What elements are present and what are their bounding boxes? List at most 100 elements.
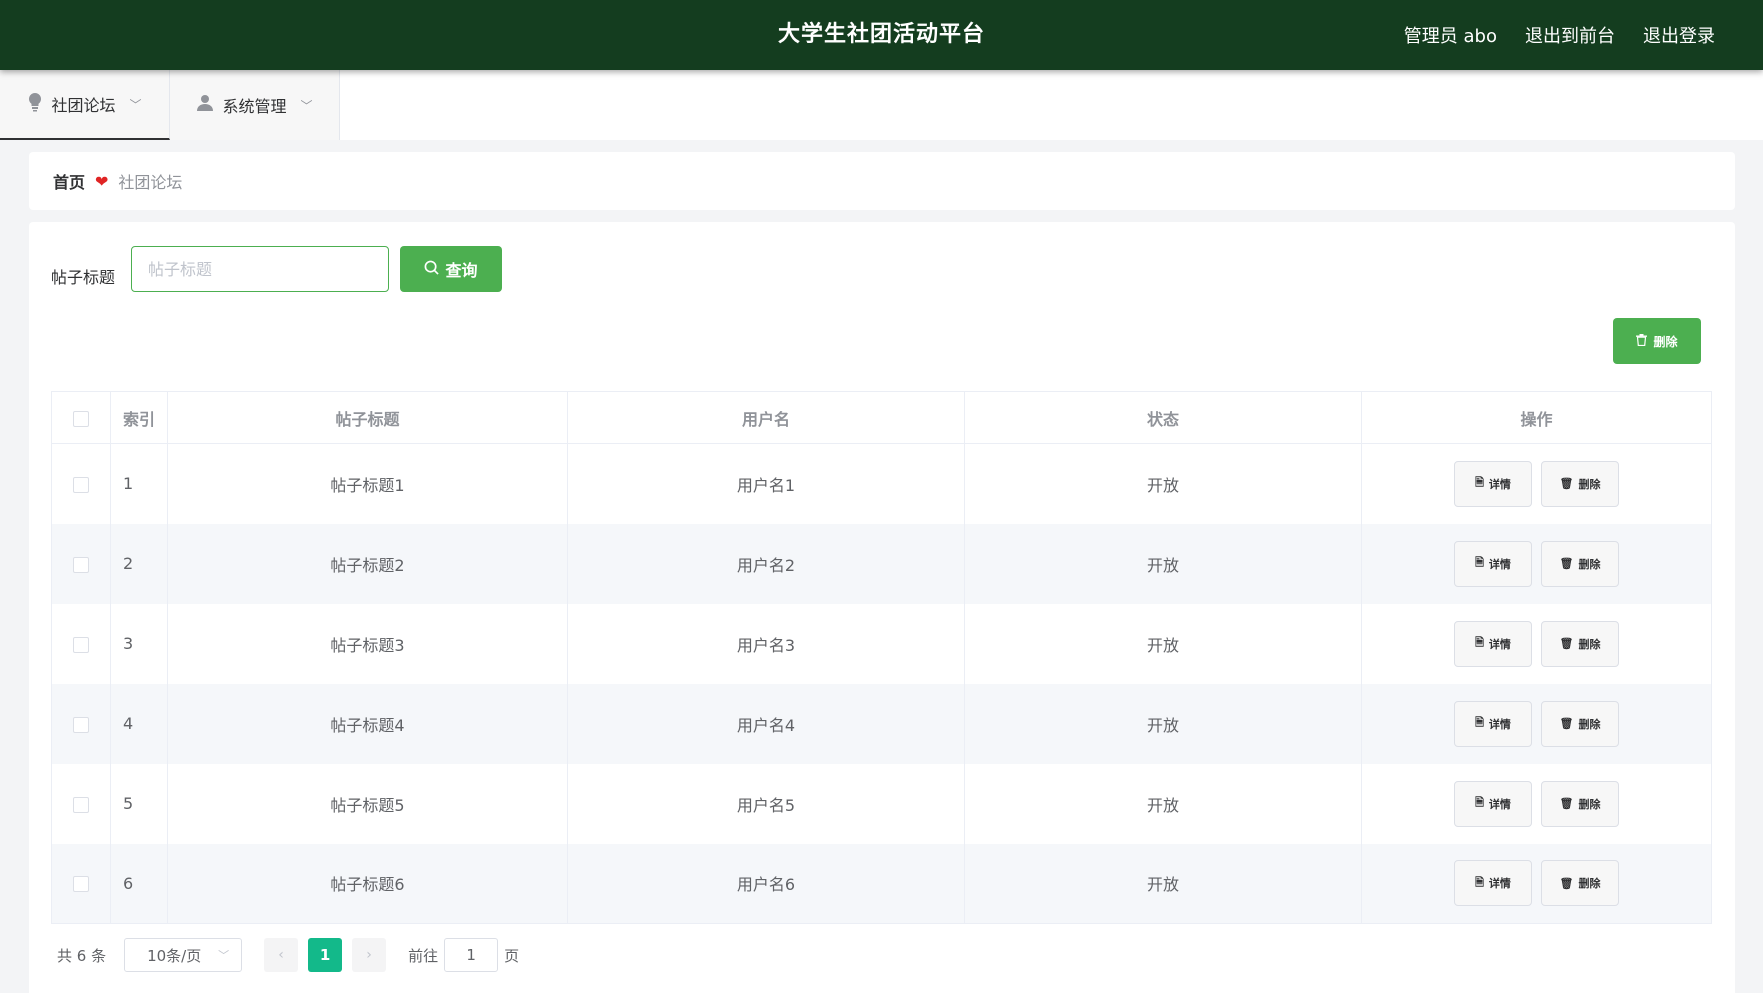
delete-button-label: 删除 [1578, 797, 1601, 811]
select-all-cell [51, 391, 111, 444]
cell-index: 6 [110, 843, 168, 924]
table-header-row: 索引 帖子标题 用户名 状态 操作 [51, 391, 1712, 444]
page-number-current[interactable]: 1 [308, 938, 343, 972]
nav-item-label: 系统管理 [222, 97, 287, 116]
detail-button[interactable]: 🗎 详情 [1454, 620, 1532, 667]
chevron-left-icon: ‹ [278, 947, 284, 963]
heart-icon: ❤ [95, 171, 109, 191]
detail-button-label: 详情 [1488, 477, 1511, 491]
header-actions: 管理员 abo 退出到前台 退出登录 [1404, 0, 1715, 70]
cell-status: 开放 [964, 683, 1362, 764]
detail-button[interactable]: 🗎 详情 [1454, 540, 1532, 587]
cell-status: 开放 [964, 843, 1362, 924]
cell-index: 5 [110, 763, 168, 844]
cell-username: 用户名5 [567, 763, 965, 844]
cell-actions: 🗎 详情 🗑 删除 [1362, 524, 1712, 604]
trash-icon: 🗑 [1559, 477, 1574, 491]
cell-actions: 🗎 详情 🗑 删除 [1362, 684, 1712, 764]
cell-status: 开放 [964, 523, 1362, 604]
nav-item-forum[interactable]: 社团论坛 ﹀ [0, 70, 170, 140]
page-size-select[interactable]: 10条/页 ﹀ [124, 938, 243, 972]
table-row: 6 帖子标题6 用户名6 开放 🗎 详情 🗑 删除 [51, 843, 1712, 924]
cell-status: 开放 [964, 763, 1362, 844]
row-checkbox[interactable] [73, 636, 89, 653]
column-header-status: 状态 [964, 391, 1362, 444]
exit-to-frontend-link[interactable]: 退出到前台 [1525, 22, 1615, 48]
chevron-down-icon: ﹀ [300, 98, 313, 113]
column-header-index: 索引 [110, 391, 168, 444]
delete-button-label: 删除 [1578, 717, 1601, 731]
document-icon: 🗎 [1475, 716, 1484, 729]
nav-bar: 社团论坛 ﹀ 系统管理 ﹀ [0, 70, 1763, 140]
detail-button-label: 详情 [1488, 637, 1511, 651]
goto-suffix: 页 [504, 946, 520, 965]
row-checkbox[interactable] [73, 556, 89, 573]
posts-table: 索引 帖子标题 用户名 状态 操作 1 帖子标题1 用户名1 开放 🗎 详情 🗑 删… [51, 391, 1712, 924]
row-checkbox[interactable] [73, 796, 89, 813]
row-checkbox[interactable] [73, 876, 89, 893]
search-input[interactable] [131, 246, 389, 292]
logout-link[interactable]: 退出登录 [1643, 22, 1715, 48]
cell-actions: 🗎 详情 🗑 删除 [1362, 844, 1712, 924]
batch-delete-button[interactable]: 删除 [1613, 318, 1701, 364]
query-button-label: 查询 [445, 261, 478, 280]
column-header-actions: 操作 [1361, 391, 1712, 444]
row-checkbox[interactable] [73, 716, 89, 733]
trash-icon: 🗑 [1559, 876, 1574, 890]
batch-delete-label: 删除 [1653, 334, 1678, 349]
prev-page-button[interactable]: ‹ [264, 938, 299, 972]
detail-button[interactable]: 🗎 详情 [1454, 700, 1532, 747]
delete-button[interactable]: 🗑 删除 [1541, 620, 1619, 667]
document-icon: 🗎 [1475, 875, 1484, 889]
next-page-button[interactable]: › [352, 938, 387, 972]
delete-button-label: 删除 [1578, 637, 1601, 651]
table-row: 5 帖子标题5 用户名5 开放 🗎 详情 🗑 删除 [51, 763, 1712, 844]
cell-title: 帖子标题3 [167, 603, 568, 684]
row-checkbox[interactable] [73, 476, 89, 493]
user-icon [196, 94, 214, 116]
current-user-label: 管理员 abo [1403, 26, 1497, 47]
cell-username: 用户名6 [567, 843, 965, 924]
cell-username: 用户名1 [567, 443, 965, 524]
table-row: 2 帖子标题2 用户名2 开放 🗎 详情 🗑 删除 [51, 523, 1712, 604]
delete-button[interactable]: 🗑 删除 [1541, 700, 1619, 747]
trash-icon: 🗑 [1559, 797, 1574, 810]
search-label: 帖子标题 [51, 268, 116, 287]
lightbulb-icon [27, 92, 43, 116]
detail-button[interactable]: 🗎 详情 [1454, 460, 1532, 507]
query-button[interactable]: 查询 [400, 246, 502, 292]
detail-button-label: 详情 [1488, 557, 1511, 571]
top-header: 大学生社团活动平台 管理员 abo 退出到前台 退出登录 [0, 0, 1763, 70]
cell-title: 帖子标题5 [167, 763, 568, 844]
select-all-checkbox[interactable] [73, 410, 89, 427]
table-row: 3 帖子标题3 用户名3 开放 🗎 详情 🗑 删除 [51, 603, 1712, 684]
table-row: 4 帖子标题4 用户名4 开放 🗎 详情 🗑 删除 [51, 683, 1712, 764]
cell-index: 2 [110, 523, 168, 604]
pagination-total: 共 6 条 [57, 946, 107, 965]
trash-icon [1636, 333, 1648, 349]
delete-button[interactable]: 🗑 删除 [1541, 860, 1619, 907]
cell-actions: 🗎 详情 🗑 删除 [1362, 764, 1712, 844]
delete-button[interactable]: 🗑 删除 [1541, 460, 1619, 507]
cell-index: 1 [110, 443, 168, 524]
chevron-down-icon: ﹀ [218, 949, 230, 962]
trash-icon: 🗑 [1559, 637, 1574, 650]
cell-username: 用户名4 [567, 683, 965, 764]
cell-title: 帖子标题4 [167, 683, 568, 764]
delete-button-label: 删除 [1578, 557, 1601, 571]
breadcrumb-home[interactable]: 首页 [53, 169, 85, 193]
breadcrumb-current: 社团论坛 [118, 173, 183, 192]
breadcrumb: 首页 ❤ 社团论坛 [29, 152, 1735, 210]
cell-username: 用户名2 [567, 523, 965, 604]
delete-button[interactable]: 🗑 删除 [1541, 540, 1619, 587]
cell-status: 开放 [964, 443, 1362, 524]
document-icon: 🗎 [1475, 636, 1484, 649]
detail-button-label: 详情 [1488, 797, 1511, 811]
delete-button[interactable]: 🗑 删除 [1541, 780, 1619, 827]
detail-button[interactable]: 🗎 详情 [1454, 780, 1532, 827]
goto-page-input[interactable] [444, 938, 499, 972]
trash-icon: 🗑 [1559, 717, 1574, 730]
nav-item-system[interactable]: 系统管理 ﹀ [170, 70, 340, 140]
main-panel: 帖子标题 查询 删除 索引 帖子标题 用户名 状态 操作 1 [29, 222, 1735, 993]
detail-button[interactable]: 🗎 详情 [1454, 860, 1532, 907]
